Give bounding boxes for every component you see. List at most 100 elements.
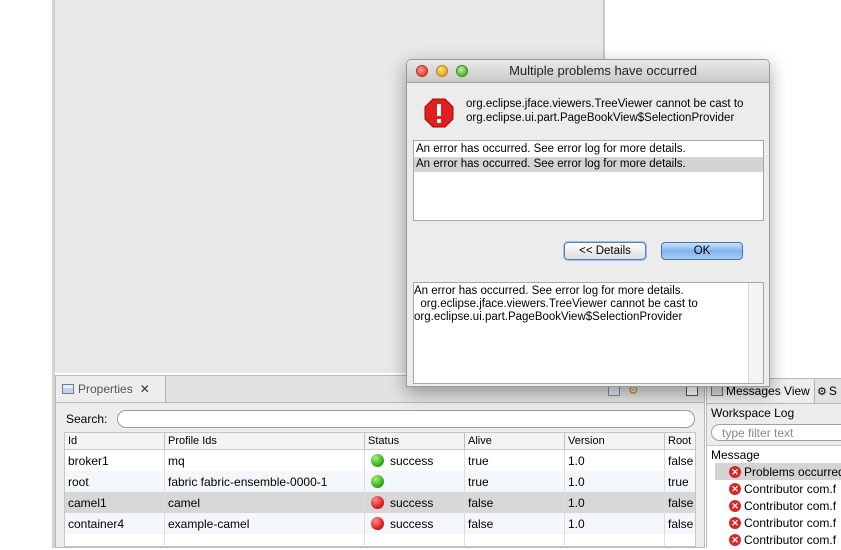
tab-properties-label: Properties <box>78 382 133 396</box>
column-header-profile-ids[interactable]: Profile Ids <box>165 433 365 449</box>
cell-alive: true <box>465 471 565 492</box>
column-divider <box>464 534 465 546</box>
table-row[interactable]: container4 example-camel success false 1.0 fa… <box>65 513 695 534</box>
column-header-alive[interactable]: Alive <box>465 433 565 449</box>
cell-root: true <box>665 471 695 492</box>
column-header-root[interactable]: Root <box>665 433 695 449</box>
tab-properties[interactable]: Properties ✕ <box>56 376 166 402</box>
cell-text: 1.0 <box>568 474 585 489</box>
cell-version: 1.0 <box>565 492 665 513</box>
cell-profiles: example-camel <box>165 513 365 534</box>
cell-text: 1.0 <box>568 495 585 510</box>
cell-text: success <box>390 495 434 510</box>
cell-text: true <box>668 474 689 489</box>
cell-root: false <box>665 492 695 513</box>
error-icon: ✕ <box>729 516 741 529</box>
cell-text: false <box>468 495 494 510</box>
details-text: An error has occurred. See error log for… <box>414 285 698 323</box>
stop-error-icon <box>424 98 454 128</box>
cell-alive: true <box>465 450 565 471</box>
cell-status: success <box>365 492 465 513</box>
table-row[interactable]: root fabric fabric-ensemble-0000-1 true 1.0… <box>65 471 695 492</box>
cell-alive: false <box>465 513 565 534</box>
search-label: Search: <box>66 412 108 426</box>
error-icon: ✕ <box>729 533 741 546</box>
close-icon[interactable]: ✕ <box>140 382 150 396</box>
status-red-icon <box>371 517 384 530</box>
dialog-titlebar: Multiple problems have occurred <box>407 60 769 83</box>
list-item[interactable]: An error has occurred. See error log for… <box>414 142 763 157</box>
cell-status: success <box>365 450 465 471</box>
list-item[interactable]: ✕ Contributor com.f <box>729 531 836 548</box>
error-dialog: Multiple problems have occurred org.ecli… <box>406 59 770 387</box>
cell-id: broker1 <box>65 450 165 471</box>
tab-secondary-label: S <box>828 384 837 398</box>
details-scrollbar[interactable] <box>748 283 763 383</box>
container-table: Id Profile Ids Status Alive Version Root broke… <box>64 432 696 547</box>
cell-text: container4 <box>68 516 125 531</box>
list-item-label: Contributor com.f <box>744 532 837 547</box>
cell-text: false <box>668 516 694 531</box>
cell-text: false <box>668 495 694 510</box>
column-header-id[interactable]: Id <box>65 433 165 449</box>
dialog-message-line1: org.eclipse.jface.viewers.TreeViewer can… <box>466 98 744 110</box>
cell-id: camel1 <box>65 492 165 513</box>
column-header-version[interactable]: Version <box>565 433 665 449</box>
list-item[interactable]: ✕ Contributor com.f <box>729 497 836 514</box>
cell-profiles: camel <box>165 492 365 513</box>
cell-status: success <box>365 513 465 534</box>
sliders-icon: ⚙ <box>817 385 827 398</box>
cell-alive: false <box>465 492 565 513</box>
cell-text: root <box>68 474 89 489</box>
tab-secondary[interactable]: ⚙ S <box>817 379 841 403</box>
cell-text: false <box>668 453 694 468</box>
status-green-icon <box>371 454 384 467</box>
column-divider <box>164 534 165 546</box>
cell-text: false <box>468 516 494 531</box>
list-item[interactable]: An error has occurred. See error log for… <box>414 157 763 172</box>
status-green-icon <box>371 475 384 488</box>
details-button[interactable]: << Details <box>564 242 646 260</box>
table-row[interactable]: broker1 mq success true 1.0 false <box>65 450 695 471</box>
left-gutter <box>0 0 52 548</box>
message-column-header[interactable]: Message <box>711 448 760 462</box>
cell-status <box>365 471 465 492</box>
dialog-title: Multiple problems have occurred <box>509 63 697 78</box>
column-header-status[interactable]: Status <box>365 433 465 449</box>
messages-icon <box>711 386 723 396</box>
column-divider <box>364 534 365 546</box>
status-red-icon <box>371 496 384 509</box>
cell-text: success <box>390 516 434 531</box>
list-item[interactable]: ✕ Contributor com.f <box>729 480 836 497</box>
cell-id: root <box>65 471 165 492</box>
table-row[interactable]: camel1 camel success false 1.0 false <box>65 492 695 513</box>
dialog-message-line2: org.eclipse.ui.part.PageBookView$Selecti… <box>466 112 735 124</box>
cell-text: 1.0 <box>568 516 585 531</box>
cell-root: false <box>665 513 695 534</box>
error-icon: ✕ <box>729 499 741 512</box>
column-divider <box>564 534 565 546</box>
table-header: Id Profile Ids Status Alive Version Root <box>65 433 695 450</box>
error-icon: ✕ <box>729 465 741 478</box>
list-item-label: Problems occurred <box>744 464 841 479</box>
cell-profiles: fabric fabric-ensemble-0000-1 <box>165 471 365 492</box>
cell-root: false <box>665 450 695 471</box>
cell-text: fabric fabric-ensemble-0000-1 <box>168 474 328 489</box>
column-divider <box>664 534 665 546</box>
cell-text: success <box>390 453 434 468</box>
cell-text: true <box>468 453 489 468</box>
details-area: An error has occurred. See error log for… <box>413 282 764 384</box>
list-item[interactable]: ✕ Problems occurred <box>715 463 841 480</box>
cell-id: container4 <box>65 513 165 534</box>
ok-button[interactable]: OK <box>661 242 743 260</box>
error-icon: ✕ <box>729 482 741 495</box>
search-row: Search: <box>66 410 696 428</box>
cell-version: 1.0 <box>565 513 665 534</box>
properties-view: Properties ✕ Search: Id Profile Ids Status… <box>55 375 705 548</box>
list-item-label: Contributor com.f <box>744 515 837 530</box>
search-input[interactable] <box>117 410 696 428</box>
filter-input[interactable]: type filter text <box>711 424 841 441</box>
cell-text: camel1 <box>68 495 107 510</box>
list-item[interactable]: ✕ Contributor com.f <box>729 514 836 531</box>
dialog-message: org.eclipse.jface.viewers.TreeViewer can… <box>466 97 756 125</box>
